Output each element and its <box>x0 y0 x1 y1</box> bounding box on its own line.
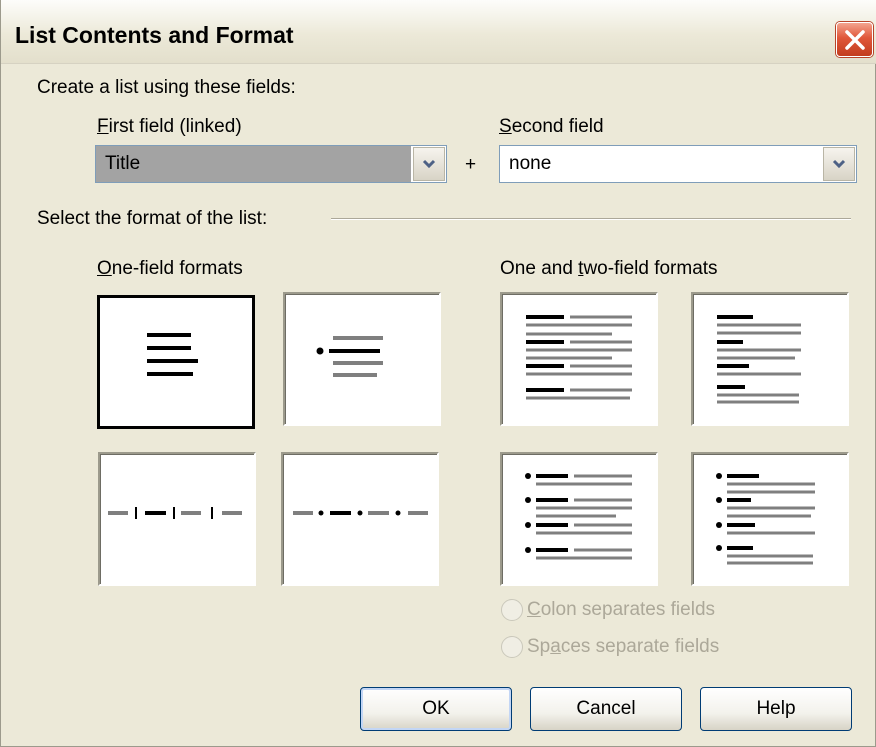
inline-separated-list-icon <box>108 507 242 519</box>
one-field-formats-label: One-field formats <box>97 258 243 280</box>
first-field-combobox[interactable]: Title <box>95 145 447 183</box>
bulleted-two-column-list-icon <box>525 473 632 560</box>
second-field-mnemonic: S <box>499 116 512 137</box>
radio-circle <box>501 636 523 658</box>
title-bar[interactable]: List Contents and Format <box>1 0 876 64</box>
one-field-label-rest: ne-field formats <box>111 258 243 279</box>
first-field-label: First field (linked) <box>97 116 242 138</box>
spaces-label-pre: Sp <box>527 636 551 657</box>
window-title: List Contents and Format <box>15 22 294 48</box>
colon-mnemonic: C <box>527 599 541 620</box>
second-field-combobox[interactable]: none <box>499 145 857 183</box>
format-two-field-bulleted-columns[interactable] <box>500 452 658 586</box>
second-field-dropdown-button[interactable] <box>823 147 855 181</box>
fields-heading: Create a list using these fields: <box>37 77 296 98</box>
second-field-label: Second field <box>499 116 604 138</box>
first-field-dropdown-button[interactable] <box>413 147 445 181</box>
chevron-down-icon <box>832 159 846 169</box>
two-field-formats-label: One and two-field formats <box>500 258 718 280</box>
close-button[interactable] <box>836 22 873 57</box>
spaces-separate-label: Spaces separate fields <box>527 636 719 658</box>
format-two-field-stacked[interactable] <box>691 292 849 426</box>
plus-sign: + <box>465 154 477 175</box>
help-button[interactable]: Help <box>700 687 852 731</box>
spaces-separate-radio[interactable]: Spaces separate fields <box>501 636 719 658</box>
list-contents-dialog: List Contents and Format Create a list u… <box>0 0 876 747</box>
first-field-mnemonic: F <box>97 116 109 137</box>
first-field-label-rest: irst field (linked) <box>108 116 242 137</box>
two-field-stacked-list-icon <box>717 315 801 404</box>
radio-circle <box>501 599 523 621</box>
spaces-label-rest: ces separate fields <box>560 636 720 657</box>
inline-bulleted-list-icon <box>293 510 428 516</box>
two-field-label-rest: wo-field formats <box>583 258 718 279</box>
first-field-value: Title <box>96 146 411 182</box>
colon-label-rest: olon separates fields <box>540 599 716 620</box>
second-field-value: none <box>509 153 552 174</box>
colon-separates-label: Colon separates fields <box>527 599 715 621</box>
second-field-label-rest: econd field <box>511 116 604 137</box>
colon-separates-radio[interactable]: Colon separates fields <box>501 599 715 621</box>
close-icon <box>845 30 865 50</box>
stacked-list-icon <box>147 333 198 376</box>
bulleted-list-icon <box>316 336 383 377</box>
format-separator <box>331 218 851 220</box>
format-two-field-bulleted-stacked[interactable] <box>691 452 849 586</box>
two-field-label-prefix: One and <box>500 258 579 279</box>
format-one-field-bulleted[interactable] <box>283 292 441 426</box>
ok-button[interactable]: OK <box>360 687 512 731</box>
format-heading: Select the format of the list: <box>37 208 268 229</box>
format-one-field-inline-separated[interactable] <box>98 452 256 586</box>
cancel-button[interactable]: Cancel <box>530 687 682 731</box>
format-two-field-columns[interactable] <box>500 292 658 426</box>
format-one-field-inline-bulleted[interactable] <box>281 452 439 586</box>
bulleted-stacked-list-icon <box>716 473 815 565</box>
spaces-mnemonic: a <box>550 636 561 657</box>
format-one-field-stacked[interactable] <box>97 295 255 429</box>
one-field-mnemonic: O <box>97 258 112 279</box>
chevron-down-icon <box>422 159 436 169</box>
two-column-list-icon <box>526 315 632 400</box>
